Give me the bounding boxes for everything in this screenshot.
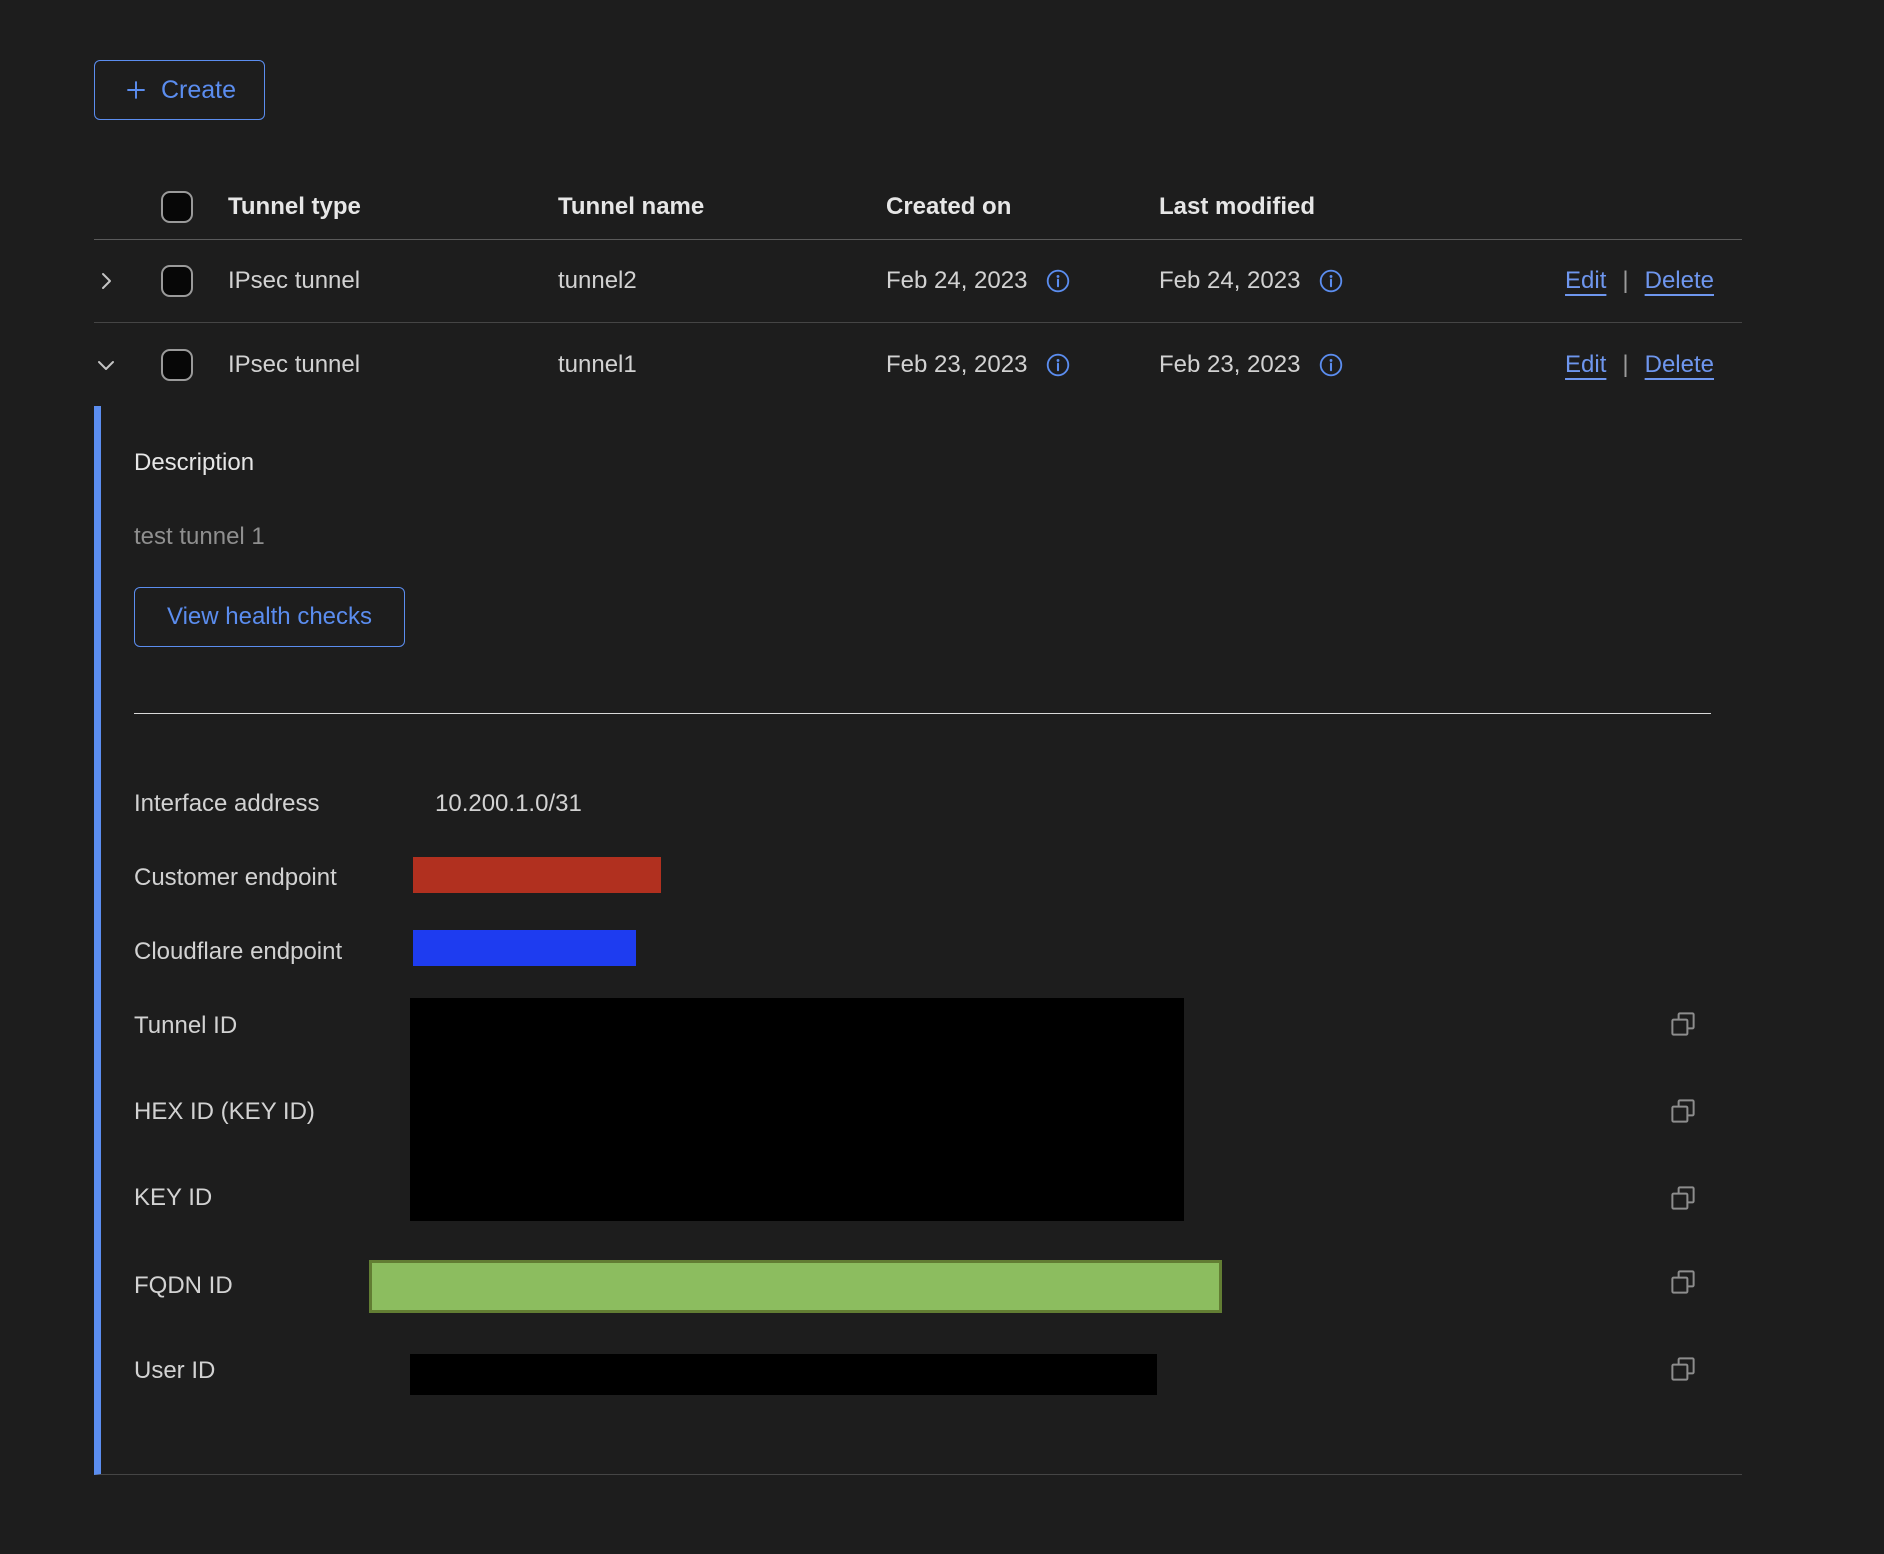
created-on-cell: Feb 23, 2023	[886, 351, 1159, 379]
interface-address-value: 10.200.1.0/31	[435, 790, 582, 818]
row-checkbox[interactable]	[161, 349, 193, 381]
create-button-label: Create	[161, 76, 236, 105]
tunnel-name-cell: tunnel1	[558, 351, 886, 379]
user-id-label: User ID	[134, 1357, 215, 1385]
cloudflare-endpoint-label: Cloudflare endpoint	[134, 938, 342, 966]
info-icon[interactable]	[1045, 268, 1071, 294]
table-row-tunnel2: IPsec tunnel tunnel2 Feb 24, 2023 Feb 24…	[94, 240, 1742, 323]
row-checkbox-cell	[161, 265, 228, 297]
fqdn-id-label: FQDN ID	[134, 1272, 233, 1300]
header-checkbox-cell	[161, 191, 228, 223]
copy-icon-fqdn-id[interactable]	[1666, 1265, 1700, 1299]
hex-id-label: HEX ID (KEY ID)	[134, 1098, 315, 1126]
tunnel1-detail-panel: Description test tunnel 1 View health ch…	[94, 406, 1742, 1475]
edit-link[interactable]: Edit	[1565, 351, 1606, 379]
cloudflare-endpoint-redaction	[413, 930, 636, 966]
edit-link[interactable]: Edit	[1565, 267, 1606, 295]
tunnels-table: Tunnel type Tunnel name Created on Last …	[94, 175, 1742, 1475]
chevron-right-icon[interactable]	[94, 269, 118, 293]
interface-address-label: Interface address	[134, 790, 319, 818]
description-label: Description	[134, 449, 1742, 477]
key-id-label: KEY ID	[134, 1184, 212, 1212]
delete-link[interactable]: Delete	[1645, 267, 1714, 295]
created-on-date: Feb 23, 2023	[886, 351, 1027, 379]
expander-cell	[94, 353, 161, 377]
copy-icon-tunnel-id[interactable]	[1666, 1007, 1700, 1041]
tunnel-details: Interface address 10.200.1.0/31 Customer…	[134, 714, 1742, 1474]
table-row-tunnel1: IPsec tunnel tunnel1 Feb 23, 2023 Feb 23…	[94, 323, 1742, 406]
last-modified-date: Feb 23, 2023	[1159, 351, 1300, 379]
last-modified-cell: Feb 24, 2023	[1159, 267, 1565, 295]
fqdn-id-redaction	[369, 1260, 1222, 1313]
actions-separator: |	[1622, 351, 1628, 379]
row-actions: Edit | Delete	[1565, 267, 1742, 295]
header-last-modified: Last modified	[1159, 193, 1742, 221]
last-modified-cell: Feb 23, 2023	[1159, 351, 1565, 379]
expander-cell	[94, 269, 161, 293]
tunnel-id-label: Tunnel ID	[134, 1012, 237, 1040]
tunnel-name-cell: tunnel2	[558, 267, 886, 295]
chevron-down-icon[interactable]	[94, 353, 118, 377]
view-health-checks-button[interactable]: View health checks	[134, 587, 405, 647]
row-checkbox-cell	[161, 349, 228, 381]
created-on-cell: Feb 24, 2023	[886, 267, 1159, 295]
customer-endpoint-label: Customer endpoint	[134, 864, 337, 892]
description-value: test tunnel 1	[134, 523, 1742, 551]
header-created-on: Created on	[886, 193, 1159, 221]
create-button[interactable]: Create	[94, 60, 265, 120]
tunnel-type-cell: IPsec tunnel	[228, 267, 558, 295]
ipsec-tunnels-page: Create Tunnel type Tunnel name Created o…	[0, 0, 1884, 1475]
table-header-row: Tunnel type Tunnel name Created on Last …	[94, 175, 1742, 240]
id-values-redaction	[410, 998, 1184, 1221]
info-icon[interactable]	[1045, 352, 1071, 378]
header-tunnel-type: Tunnel type	[228, 193, 558, 221]
customer-endpoint-redaction	[413, 857, 661, 893]
info-icon[interactable]	[1318, 352, 1344, 378]
copy-icon-key-id[interactable]	[1666, 1181, 1700, 1215]
copy-icon-hex-id[interactable]	[1666, 1094, 1700, 1128]
copy-icon-user-id[interactable]	[1666, 1352, 1700, 1386]
user-id-redaction	[410, 1354, 1157, 1395]
row-checkbox[interactable]	[161, 265, 193, 297]
delete-link[interactable]: Delete	[1645, 351, 1714, 379]
select-all-checkbox[interactable]	[161, 191, 193, 223]
plus-icon	[123, 77, 149, 103]
last-modified-date: Feb 24, 2023	[1159, 267, 1300, 295]
actions-separator: |	[1622, 267, 1628, 295]
header-tunnel-name: Tunnel name	[558, 193, 886, 221]
info-icon[interactable]	[1318, 268, 1344, 294]
row-actions: Edit | Delete	[1565, 351, 1742, 379]
tunnel-type-cell: IPsec tunnel	[228, 351, 558, 379]
created-on-date: Feb 24, 2023	[886, 267, 1027, 295]
